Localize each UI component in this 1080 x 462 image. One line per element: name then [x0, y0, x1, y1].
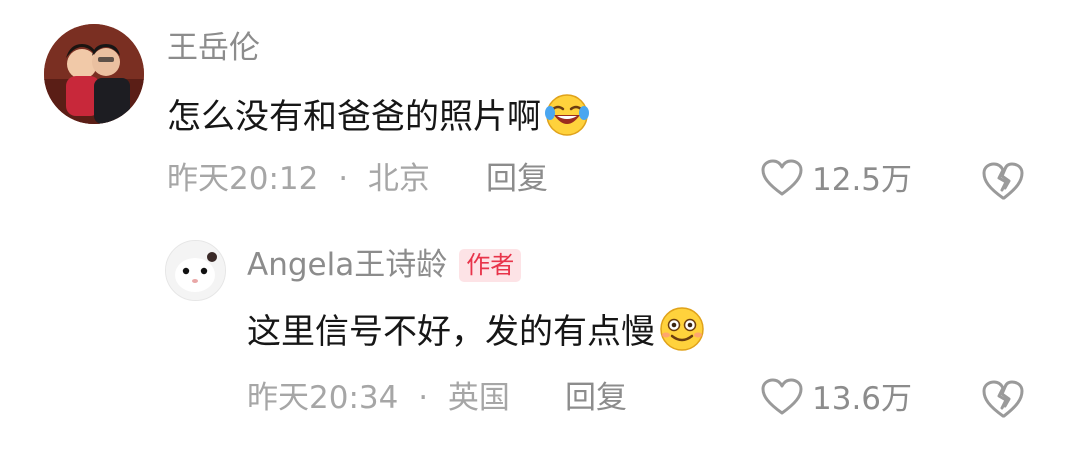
reply-text-row: 这里信号不好，发的有点慢 [247, 305, 707, 359]
comment-dislike-button[interactable] [980, 160, 1026, 206]
comment-time: 昨天20:12 [167, 161, 319, 197]
comment-location: 北京 [367, 161, 430, 197]
meta-separator: · [418, 380, 429, 416]
comment-text-row: 怎么没有和爸爸的照片啊 [167, 91, 591, 143]
reply-avatar[interactable] [165, 240, 226, 301]
reply-author-name[interactable]: Angela王诗龄 [247, 250, 447, 281]
avatar-photo [44, 24, 144, 124]
reply-reply-button[interactable]: 回复 [565, 383, 627, 414]
comment-text: 怎么没有和爸爸的照片啊 [167, 97, 541, 137]
heart-icon [760, 377, 804, 421]
reply-like-button[interactable]: 13.6万 [760, 377, 912, 421]
reply-dislike-button[interactable] [980, 378, 1026, 424]
reply-avatar-photo [166, 241, 225, 300]
reply-text: 这里信号不好，发的有点慢 [247, 312, 655, 352]
comment-like-count: 12.5万 [812, 161, 913, 198]
reply-like-count: 13.6万 [812, 380, 913, 417]
broken-heart-icon [980, 378, 1026, 424]
avatar[interactable] [44, 24, 144, 124]
comment-like-button[interactable]: 12.5万 [760, 158, 912, 202]
reply-time: 昨天20:34 [247, 380, 399, 416]
comment-meta: 昨天20:12 · 北京 [167, 164, 430, 195]
broken-heart-icon [980, 160, 1026, 206]
comment-reply-button[interactable]: 回复 [486, 164, 548, 195]
smile-emoji-icon [657, 305, 707, 359]
meta-separator: · [338, 161, 349, 197]
reply-author-row: Angela王诗龄 作者 [247, 249, 522, 282]
heart-icon [760, 158, 804, 202]
reply-location: 英国 [447, 380, 510, 416]
reply-meta: 昨天20:34 · 英国 [247, 383, 510, 414]
rofl-emoji-icon [543, 91, 591, 143]
comment-author-name[interactable]: 王岳伦 [167, 33, 260, 64]
author-badge: 作者 [459, 249, 522, 282]
